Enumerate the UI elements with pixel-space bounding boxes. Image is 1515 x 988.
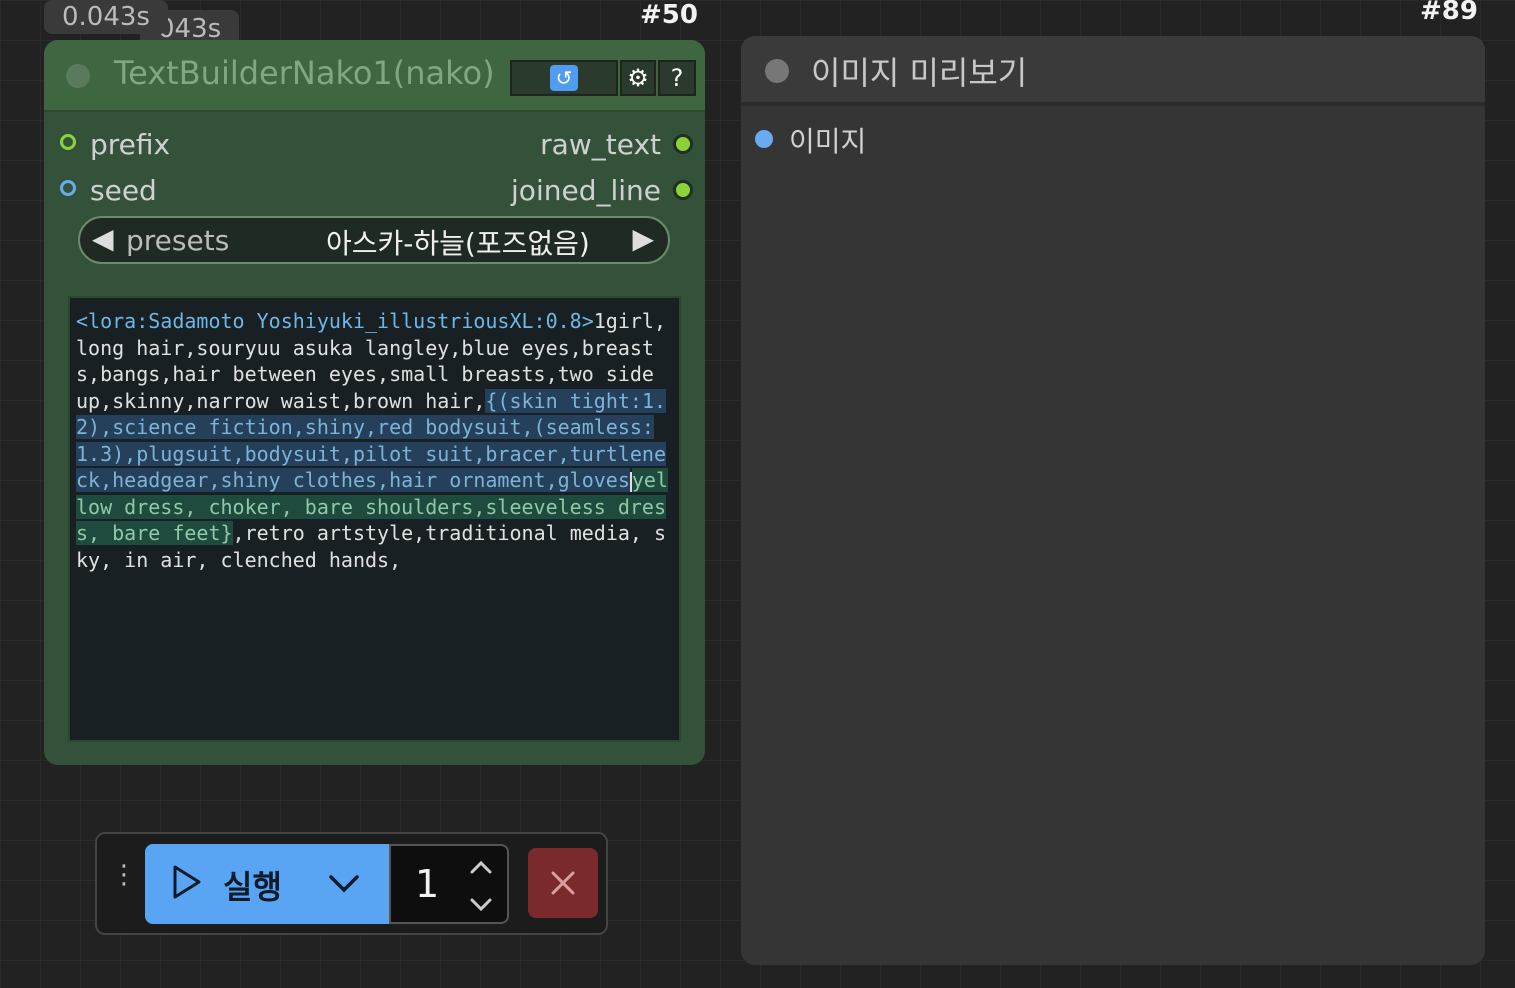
prompt-textarea[interactable]: <lora:Sadamoto Yoshiyuki_illustriousXL:0…: [68, 296, 681, 742]
node-id-89: #89: [1420, 0, 1478, 26]
queue-count-value: 1: [415, 862, 440, 906]
reload-icon: ↺: [550, 65, 578, 91]
reload-button[interactable]: ↺: [510, 60, 618, 96]
next-preset-icon[interactable]: ▶: [632, 222, 654, 255]
text-builder-node[interactable]: TextBuilderNako1(nako) ↺ ⚙ ? prefix raw_…: [44, 40, 705, 765]
input-socket-seed[interactable]: [60, 180, 76, 196]
run-toolbar: ⋮⋮ 실행 1: [95, 832, 608, 935]
input-socket-image[interactable]: [755, 130, 773, 148]
lora-token: <lora:Sadamoto Yoshiyuki_illustriousXL:0…: [76, 309, 594, 333]
input-label-prefix: prefix: [90, 128, 171, 161]
chevron-down-icon[interactable]: [327, 866, 361, 900]
play-icon: [173, 865, 201, 899]
collapse-dot-icon[interactable]: [66, 64, 90, 88]
cancel-button[interactable]: [528, 848, 598, 918]
prev-preset-icon[interactable]: ◀: [92, 222, 114, 255]
timing-badge-front: 0.043s: [44, 0, 168, 34]
close-icon: [551, 871, 575, 895]
help-button[interactable]: ?: [658, 60, 696, 96]
input-label-image: 이미지: [789, 125, 867, 158]
gear-icon: ⚙: [627, 64, 649, 92]
presets-value: 아스카-하늘(포즈없음): [326, 227, 590, 260]
output-label-joined-line: joined_line: [511, 174, 661, 207]
output-label-raw-text: raw_text: [540, 128, 661, 161]
settings-button[interactable]: ⚙: [620, 60, 656, 96]
collapse-dot-icon[interactable]: [765, 59, 789, 83]
image-preview-node[interactable]: 이미지 미리보기 이미지: [741, 36, 1485, 965]
help-icon: ?: [670, 64, 684, 92]
input-label-seed: seed: [90, 174, 157, 207]
run-label: 실행: [223, 868, 282, 906]
preview-title: 이미지 미리보기: [811, 54, 1028, 92]
node-id-50: #50: [640, 0, 698, 30]
node-titlebar[interactable]: TextBuilderNako1(nako) ↺ ⚙ ?: [44, 40, 705, 112]
presets-label: presets: [126, 224, 230, 257]
presets-combo[interactable]: ◀ presets 아스카-하늘(포즈없음) ▶: [78, 216, 670, 264]
chevron-up-icon[interactable]: [469, 858, 493, 876]
io-row-prefix: prefix raw_text: [44, 124, 705, 164]
queue-count-stepper[interactable]: 1: [389, 844, 509, 924]
io-row-seed: seed joined_line: [44, 170, 705, 210]
input-socket-prefix[interactable]: [60, 134, 76, 150]
timing-front-text: 0.043s: [62, 2, 150, 32]
preview-titlebar[interactable]: 이미지 미리보기: [741, 36, 1485, 106]
chevron-down-icon[interactable]: [469, 896, 493, 914]
run-button[interactable]: 실행: [145, 844, 389, 924]
node-title: TextBuilderNako1(nako): [114, 54, 495, 92]
output-socket-raw-text[interactable]: [673, 134, 693, 154]
output-socket-joined-line[interactable]: [673, 180, 693, 200]
